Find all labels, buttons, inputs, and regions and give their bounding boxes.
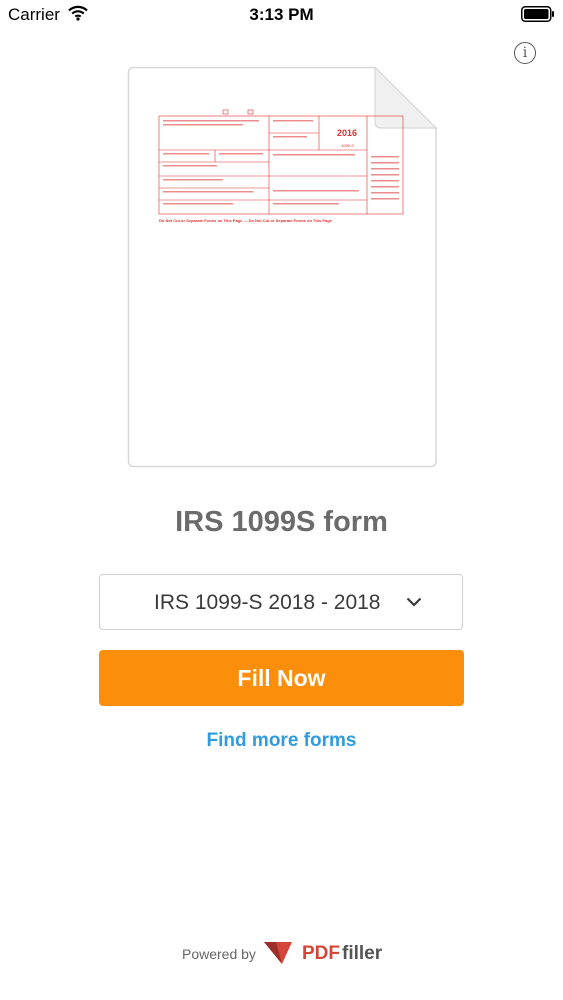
form-version-value: IRS 1099-S 2018 - 2018 [154,591,381,614]
pdffiller-logo-icon [264,942,292,964]
preview-form-code: 1099-S [341,143,354,148]
battery-icon [521,6,554,22]
info-icon[interactable]: i [514,42,536,64]
fill-now-button[interactable]: Fill Now [99,650,464,706]
brand-name-suffix: filler [342,943,383,964]
status-bar: Carrier 3:13 PM [0,0,563,30]
form-version-select[interactable]: IRS 1099-S 2018 - 2018 [99,574,463,630]
form-preview-thumbnail[interactable]: 2016 1099-S Do Not Cut or Separate Forms… [127,66,439,468]
preview-footer-text: Do Not Cut or Separate Forms on This Pag… [159,218,333,223]
find-more-forms-link[interactable]: Find more forms [0,730,563,752]
clock-time: 3:13 PM [249,5,314,24]
chevron-down-icon [406,597,422,607]
brand-name-prefix: PDF [302,943,340,964]
preview-year: 2016 [337,128,357,138]
powered-by-label: Powered by [182,946,256,962]
form-title: IRS 1099S form [175,506,388,538]
